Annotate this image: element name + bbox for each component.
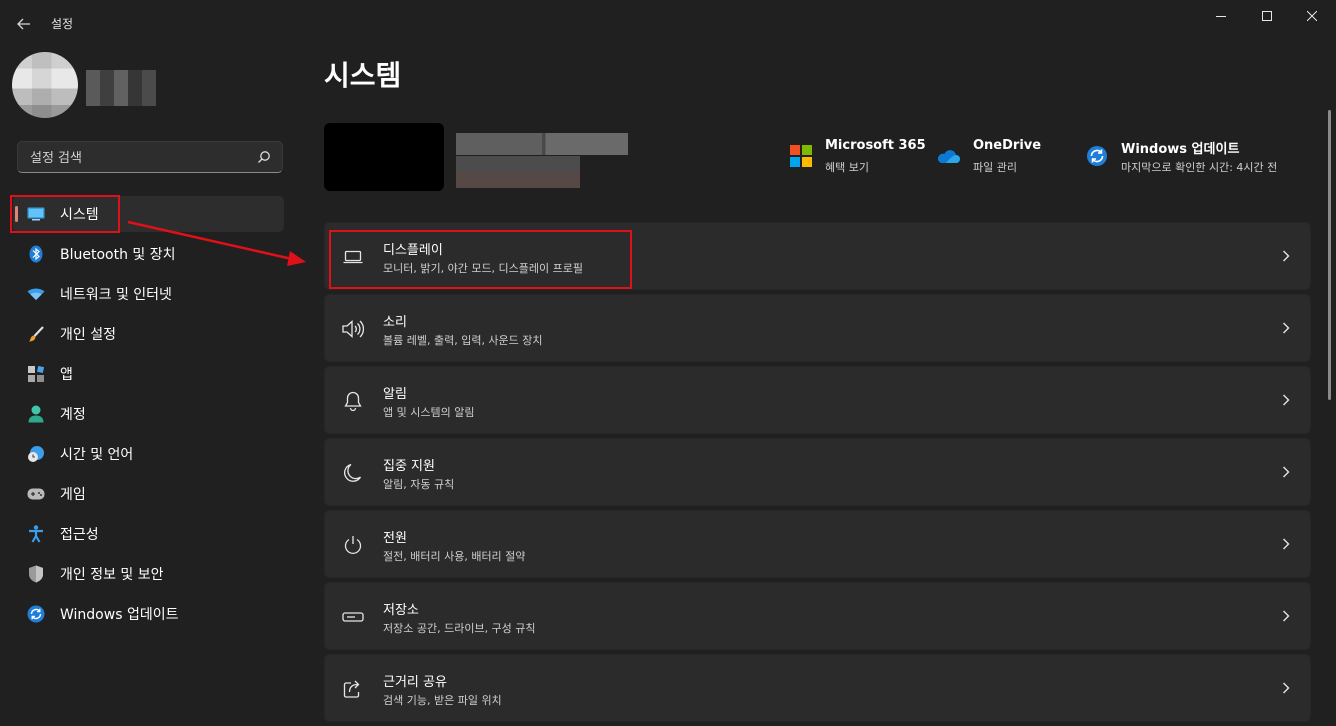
- device-details-redacted: [456, 156, 580, 188]
- quick-link-title: OneDrive: [973, 138, 1042, 153]
- scrollbar[interactable]: [1328, 110, 1331, 400]
- maximize-icon: [1262, 11, 1272, 21]
- moon-icon: [341, 461, 365, 485]
- setting-notifications[interactable]: 알림 앱 및 시스템의 알림: [324, 366, 1311, 434]
- setting-title: 알림: [383, 387, 407, 402]
- settings-list: 디스플레이 모니터, 밝기, 야간 모드, 디스플레이 프로필 소리 볼륨 레벨…: [324, 222, 1311, 726]
- sidebar-item-network[interactable]: 네트워크 및 인터넷: [13, 276, 284, 312]
- quick-link-microsoft-365[interactable]: Microsoft 365 혜택 보기: [789, 136, 926, 180]
- quick-link-title: Microsoft 365: [825, 138, 926, 153]
- chevron-right-icon: [1283, 250, 1290, 262]
- sidebar-item-accounts[interactable]: 계정: [13, 396, 284, 432]
- sidebar-item-label: Windows 업데이트: [60, 607, 179, 623]
- quick-link-onedrive[interactable]: OneDrive 파일 관리: [937, 136, 1047, 180]
- back-arrow-icon: [17, 18, 30, 30]
- shield-icon: [27, 565, 45, 583]
- sidebar-item-label: 개인 설정: [60, 327, 116, 343]
- chevron-right-icon: [1283, 682, 1290, 694]
- storage-icon: [341, 605, 365, 629]
- update-icon: [1087, 146, 1107, 166]
- setting-power[interactable]: 전원 절전, 배터리 사용, 배터리 절약: [324, 510, 1311, 578]
- close-button[interactable]: [1289, 0, 1335, 32]
- annotation-box-display: [329, 230, 632, 289]
- sidebar-item-label: 접근성: [60, 527, 99, 543]
- quick-link-subtitle: 혜택 보기: [825, 161, 869, 174]
- sidebar-item-label: 개인 정보 및 보안: [60, 567, 164, 583]
- setting-description: 볼륨 레벨, 출력, 입력, 사운드 장치: [383, 334, 543, 347]
- setting-description: 검색 기능, 받은 파일 위치: [383, 694, 502, 707]
- device-name-redacted[interactable]: [456, 133, 628, 155]
- sidebar-item-personalization[interactable]: 개인 설정: [13, 316, 284, 352]
- sidebar-item-label: Bluetooth 및 장치: [60, 247, 176, 263]
- account-icon: [27, 405, 45, 423]
- apps-icon: [27, 365, 45, 383]
- settings-search-box[interactable]: [17, 141, 283, 173]
- app-title: 설정: [51, 17, 74, 31]
- sidebar-item-privacy-security[interactable]: 개인 정보 및 보안: [13, 556, 284, 592]
- chevron-right-icon: [1283, 322, 1290, 334]
- chevron-right-icon: [1283, 538, 1290, 550]
- chevron-right-icon: [1283, 394, 1290, 406]
- onedrive-cloud-icon: [937, 150, 960, 163]
- setting-title: 전원: [383, 531, 407, 546]
- search-icon[interactable]: [257, 150, 271, 164]
- quick-link-title: Windows 업데이트: [1121, 142, 1240, 157]
- accessibility-icon: [27, 525, 45, 543]
- speaker-icon: [341, 317, 365, 341]
- sidebar-item-bluetooth[interactable]: Bluetooth 및 장치: [13, 236, 284, 272]
- sidebar-item-apps[interactable]: 앱: [13, 356, 284, 392]
- setting-title: 집중 지원: [383, 459, 435, 474]
- setting-storage[interactable]: 저장소 저장소 공간, 드라이브, 구성 규칙: [324, 582, 1311, 650]
- quick-link-windows-update[interactable]: Windows 업데이트 마지막으로 확인한 시간: 4시간 전: [1085, 136, 1310, 180]
- update-icon: [27, 605, 45, 623]
- sidebar-item-accessibility[interactable]: 접근성: [13, 516, 284, 552]
- title-bar: 설정: [0, 0, 1336, 46]
- sidebar-item-gaming[interactable]: 게임: [13, 476, 284, 512]
- search-input[interactable]: [28, 148, 252, 168]
- setting-nearby-sharing[interactable]: 근거리 공유 검색 기능, 받은 파일 위치: [324, 654, 1311, 722]
- gamepad-icon: [27, 485, 45, 503]
- globe-clock-icon: [27, 445, 45, 463]
- minimize-button[interactable]: [1198, 0, 1244, 32]
- chevron-right-icon: [1283, 610, 1290, 622]
- sidebar-item-label: 네트워크 및 인터넷: [60, 287, 172, 303]
- setting-sound[interactable]: 소리 볼륨 레벨, 출력, 입력, 사운드 장치: [324, 294, 1311, 362]
- back-button[interactable]: [12, 12, 36, 36]
- bell-icon: [341, 389, 365, 413]
- power-icon: [341, 533, 365, 557]
- wifi-icon: [27, 285, 45, 303]
- device-image: [324, 123, 444, 191]
- profile-avatar[interactable]: [12, 52, 78, 118]
- sidebar-item-time-language[interactable]: 시간 및 언어: [13, 436, 284, 472]
- setting-description: 저장소 공간, 드라이브, 구성 규칙: [383, 622, 536, 635]
- annotation-box-system: [10, 195, 120, 233]
- quick-link-subtitle: 파일 관리: [973, 161, 1017, 174]
- sidebar-item-label: 시간 및 언어: [60, 447, 134, 463]
- setting-description: 절전, 배터리 사용, 배터리 절약: [383, 550, 526, 563]
- sidebar-item-label: 게임: [60, 487, 86, 503]
- setting-description: 알림, 자동 규칙: [383, 478, 455, 491]
- share-icon: [341, 677, 365, 701]
- bluetooth-icon: [27, 245, 45, 263]
- minimize-icon: [1216, 16, 1226, 17]
- sidebar-item-label: 앱: [60, 367, 73, 383]
- setting-description: 앱 및 시스템의 알림: [383, 406, 475, 419]
- close-icon: [1307, 11, 1317, 21]
- page-title: 시스템: [324, 59, 402, 92]
- quick-link-subtitle: 마지막으로 확인한 시간: 4시간 전: [1121, 161, 1278, 174]
- sidebar-nav: 시스템 Bluetooth 및 장치 네트워크 및 인터넷 개인 설정 앱 계정: [13, 196, 284, 636]
- setting-title: 소리: [383, 315, 407, 330]
- setting-title: 저장소: [383, 603, 419, 618]
- sidebar-item-label: 계정: [60, 407, 86, 423]
- microsoft-logo-icon: [790, 145, 812, 167]
- setting-focus-assist[interactable]: 집중 지원 알림, 자동 규칙: [324, 438, 1311, 506]
- maximize-button[interactable]: [1244, 0, 1290, 32]
- profile-name-redacted: [86, 70, 156, 106]
- chevron-right-icon: [1283, 466, 1290, 478]
- setting-title: 근거리 공유: [383, 675, 447, 690]
- sidebar-item-windows-update[interactable]: Windows 업데이트: [13, 596, 284, 632]
- brush-icon: [27, 325, 45, 343]
